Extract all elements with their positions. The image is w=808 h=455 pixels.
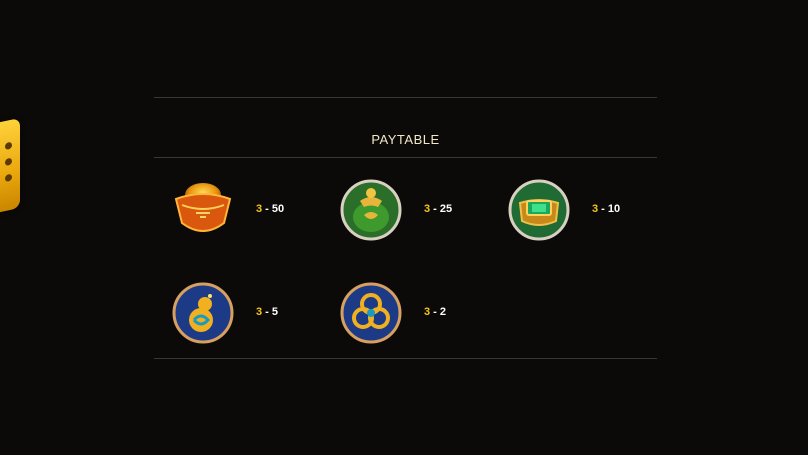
paytable-item: 3 - 2: [332, 282, 492, 352]
paytable-item: 3 - 10: [500, 179, 660, 249]
top-divider: [154, 97, 657, 98]
gourd-icon: [172, 282, 234, 344]
paytable-item: 3 - 5: [164, 282, 324, 352]
menu-dot-icon: [5, 141, 12, 151]
gold-ingot-icon: [172, 179, 234, 241]
title-divider: [154, 157, 657, 158]
money-bag-icon: [340, 179, 402, 241]
paytable-panel: PAYTABLE 3 - 50 3 - 25 3 - 10 3 - 5 3 - …: [154, 97, 657, 359]
payout-label: 3 - 5: [256, 306, 279, 318]
side-menu-tab[interactable]: [0, 117, 20, 213]
payout-label: 3 - 2: [424, 306, 447, 318]
paytable-title: PAYTABLE: [371, 132, 440, 147]
menu-dot-icon: [5, 173, 12, 183]
payout-label: 3 - 25: [424, 203, 453, 215]
paytable-item: 3 - 50: [164, 179, 324, 249]
paytable-item: 3 - 25: [332, 179, 492, 249]
payout-label: 3 - 50: [256, 203, 285, 215]
knot-icon: [340, 282, 402, 344]
payout-label: 3 - 10: [592, 203, 621, 215]
menu-dot-icon: [5, 157, 12, 167]
jade-ring-icon: [508, 179, 570, 241]
bottom-divider: [154, 358, 657, 359]
